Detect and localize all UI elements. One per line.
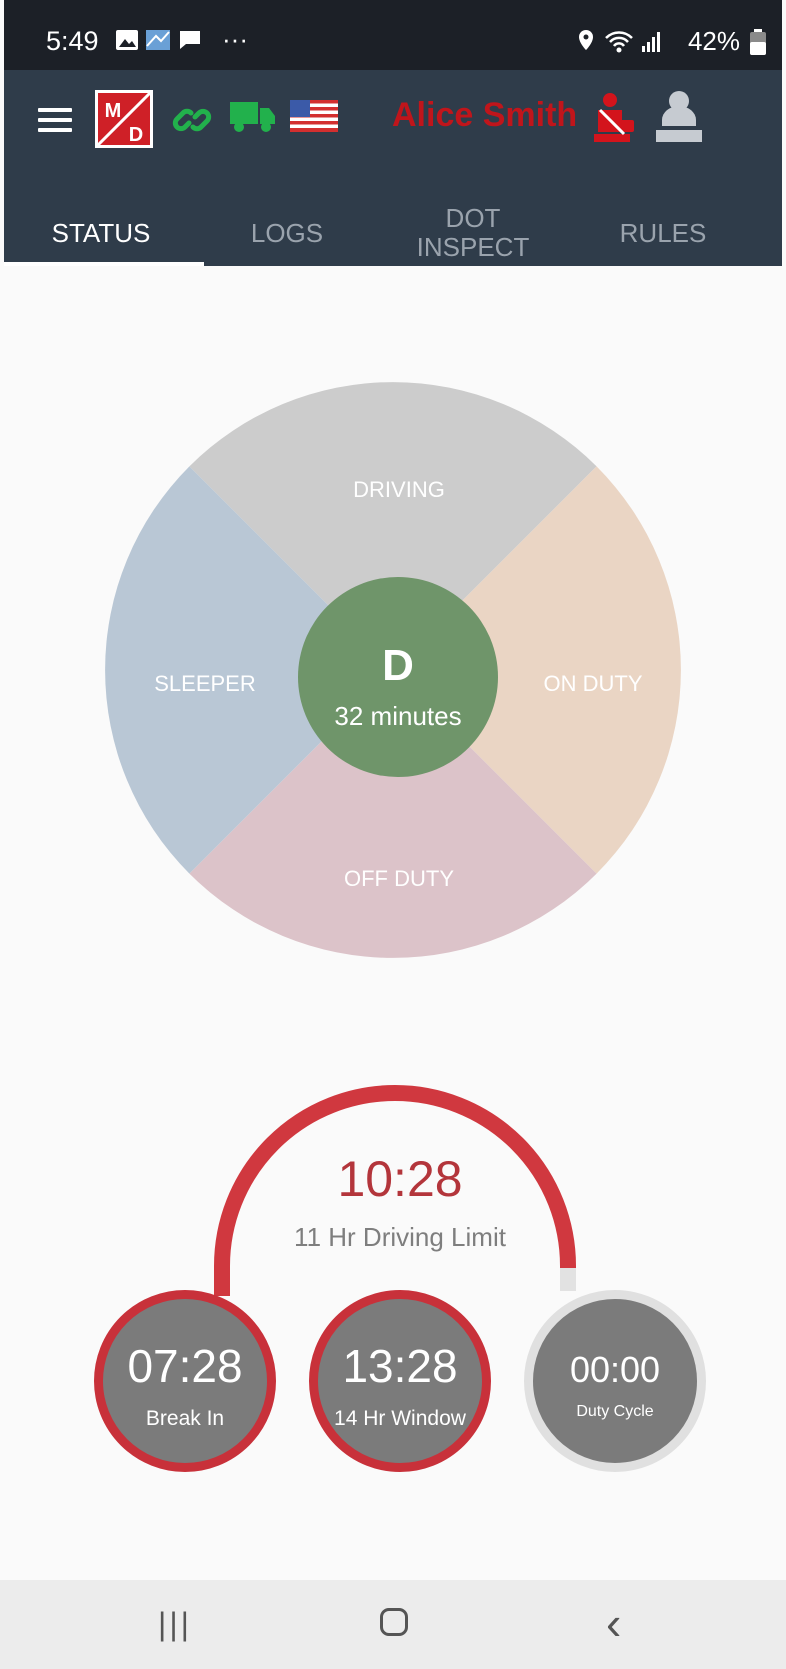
window-timer-value: 13:28 [342, 1340, 458, 1392]
window-timer-label: 14 Hr Window [334, 1407, 466, 1430]
driving-limit-label: 11 Hr Driving Limit [294, 1222, 506, 1252]
duty-cycle-timer-value: 00:00 [569, 1349, 661, 1390]
driving-limit-value: 10:28 [337, 1151, 463, 1207]
current-status-code: D [382, 641, 414, 690]
driving-label: DRIVING [353, 477, 445, 502]
break-timer-value: 07:28 [127, 1340, 243, 1392]
back-icon[interactable]: ‹ [606, 1596, 621, 1650]
recent-apps-icon[interactable]: ||| [158, 1606, 192, 1643]
duty-cycle-timer[interactable]: 00:00 Duty Cycle [524, 1290, 706, 1472]
break-timer[interactable]: 07:28 Break In [94, 1290, 276, 1472]
break-timer-label: Break In [145, 1407, 225, 1430]
current-status-duration: 32 minutes [334, 701, 461, 731]
duty-cycle-timer-label: Duty Cycle [576, 1403, 654, 1420]
sleeper-label: SLEEPER [154, 671, 256, 696]
on-duty-label: ON DUTY [544, 671, 643, 696]
home-icon[interactable] [380, 1608, 408, 1636]
system-nav-bar: ||| ‹ [0, 1580, 786, 1669]
window-timer[interactable]: 13:28 14 Hr Window [309, 1290, 491, 1472]
off-duty-label: OFF DUTY [344, 866, 454, 891]
